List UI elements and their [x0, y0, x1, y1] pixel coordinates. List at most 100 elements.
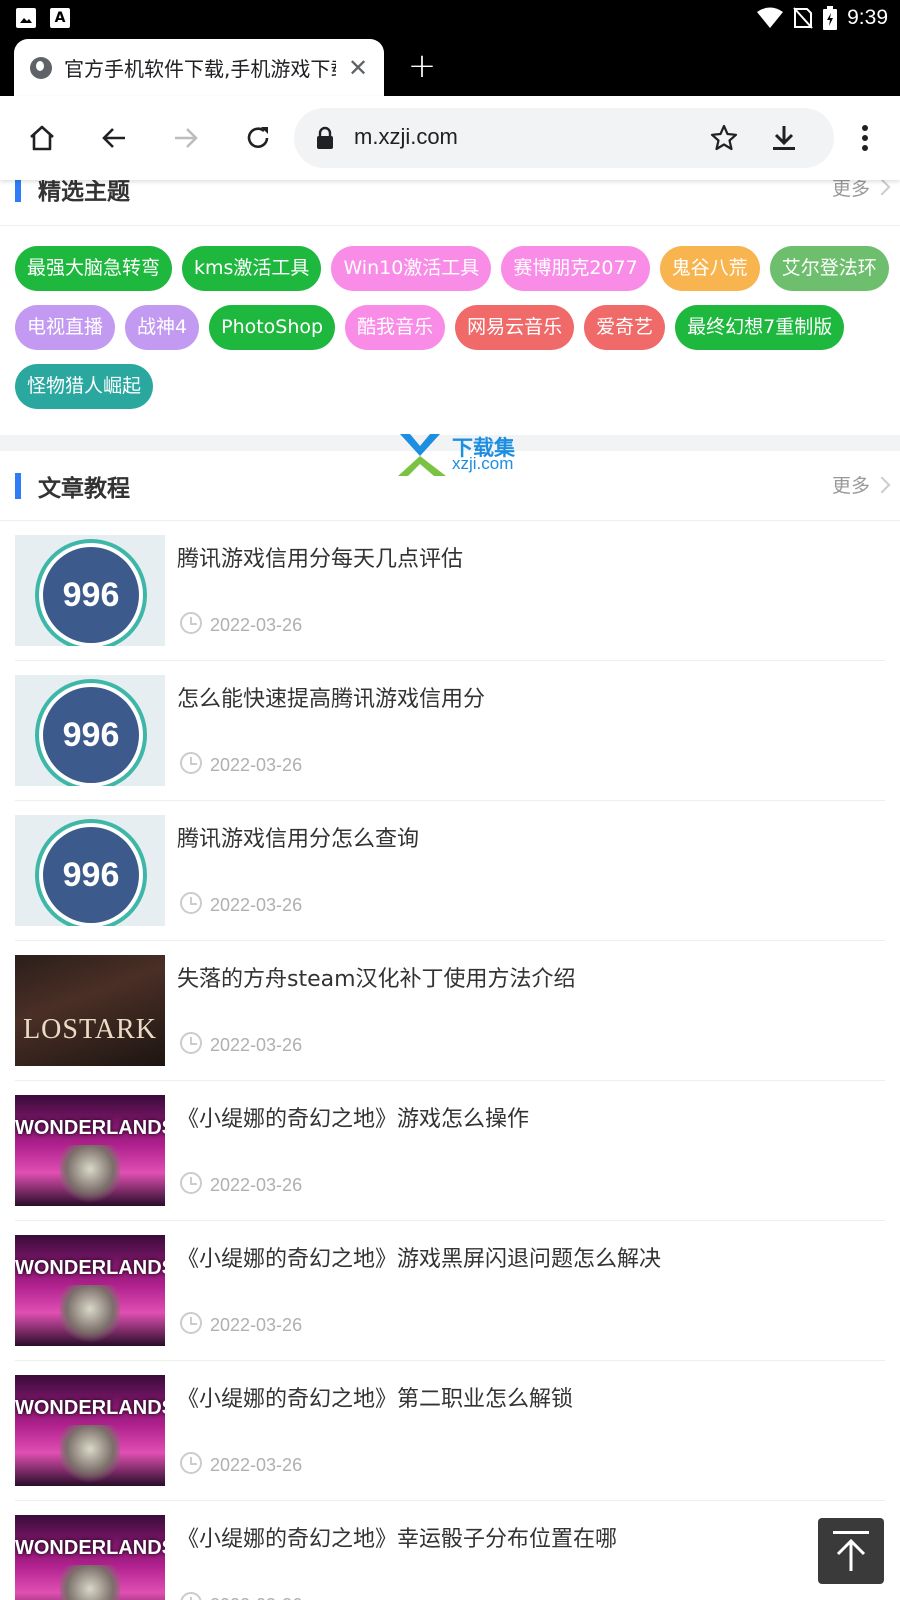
article-item[interactable]: WONDERLANDS 《小缇娜的奇幻之地》第二职业怎么解锁 2022-03-26: [15, 1361, 885, 1501]
menu-icon[interactable]: [843, 116, 887, 160]
article-date: 2022-03-26: [210, 895, 303, 915]
article-thumbnail[interactable]: 996: [15, 815, 165, 926]
home-icon[interactable]: [20, 116, 64, 160]
battery-icon: [823, 6, 838, 30]
thumb-art: [60, 1145, 120, 1205]
topic-tag[interactable]: 怪物猎人崛起: [15, 364, 154, 409]
image-icon: [16, 8, 36, 28]
thumb-logo-text: LOSTARK: [23, 1014, 157, 1045]
forward-icon[interactable]: [164, 116, 208, 160]
clock-icon: [180, 752, 202, 774]
score-text: 996: [43, 827, 139, 923]
article-thumbnail[interactable]: 996: [15, 675, 165, 786]
section-title: 精选主题: [38, 180, 130, 205]
topic-tag[interactable]: 赛博朋克2077: [501, 246, 650, 291]
topic-tag[interactable]: 最强大脑急转弯: [15, 246, 173, 291]
topic-tag[interactable]: 酷我音乐: [345, 305, 446, 350]
score-text: 996: [43, 687, 139, 783]
article-item[interactable]: WONDERLANDS 《小缇娜的奇幻之地》游戏黑屏闪退问题怎么解决 2022-03…: [15, 1221, 885, 1361]
chevron-right-icon[interactable]: [873, 476, 891, 494]
thumb-logo-text: WONDERLANDS: [15, 1257, 165, 1279]
article-thumbnail[interactable]: LOSTARK: [15, 955, 165, 1066]
clock-icon: [180, 612, 202, 634]
section-accent-bar: [15, 473, 21, 499]
article-thumbnail[interactable]: WONDERLANDS: [15, 1095, 165, 1206]
article-thumbnail[interactable]: 996: [15, 535, 165, 646]
article-date: 2022-03-26: [210, 1595, 302, 1600]
topic-tag[interactable]: 鬼谷八荒: [659, 246, 760, 291]
arrow-up-icon: [833, 1531, 869, 1571]
topic-tag[interactable]: PhotoShop: [209, 305, 336, 350]
font-icon: A: [50, 8, 70, 28]
article-date: 2022-03-26: [210, 1035, 303, 1055]
browser-tab[interactable]: 官方手机软件下载,手机游戏下载 ✕: [14, 39, 384, 96]
article-item[interactable]: 996 腾讯游戏信用分怎么查询 2022-03-26: [15, 801, 885, 941]
close-icon[interactable]: ✕: [344, 54, 372, 82]
chevron-right-icon[interactable]: [873, 180, 891, 196]
topic-tag[interactable]: Win10激活工具: [331, 246, 492, 291]
article-thumbnail[interactable]: WONDERLANDS: [15, 1235, 165, 1346]
article-item[interactable]: 996 腾讯游戏信用分每天几点评估 2022-03-26: [15, 521, 885, 661]
topic-tag[interactable]: kms激活工具: [182, 246, 322, 291]
thumb-logo-text: WONDERLANDS: [15, 1397, 165, 1419]
topic-tag[interactable]: 艾尔登法环: [769, 246, 889, 291]
section-accent-bar: [15, 180, 21, 202]
topic-tag[interactable]: 网易云音乐: [455, 305, 575, 350]
article-title[interactable]: 《小缇娜的奇幻之地》幸运骰子分布位置在哪: [177, 1521, 617, 1553]
thumb-logo-text: WONDERLANDS: [15, 1537, 165, 1559]
article-item[interactable]: WONDERLANDS 《小缇娜的奇幻之地》游戏怎么操作 2022-03-26: [15, 1081, 885, 1221]
article-date: 2022-03-26: [210, 1175, 303, 1195]
article-list: 996 腾讯游戏信用分每天几点评估 2022-03-26 996 怎么能快速提高腾讯游戏…: [0, 521, 900, 1600]
back-icon[interactable]: [92, 116, 136, 160]
article-thumbnail[interactable]: WONDERLANDS: [15, 1375, 165, 1486]
clock-time: 9:39: [847, 6, 888, 29]
article-item[interactable]: 996 怎么能快速提高腾讯游戏信用分 2022-03-26: [15, 661, 885, 801]
topic-tag[interactable]: 电视直播: [15, 305, 116, 350]
more-link[interactable]: 更多: [832, 471, 870, 498]
topic-tags: 最强大脑急转弯 kms激活工具 Win10激活工具 赛博朋克2077 鬼谷八荒 艾尔登法环…: [0, 226, 900, 435]
topic-tag[interactable]: 战神4: [125, 305, 200, 350]
article-title[interactable]: 《小缇娜的奇幻之地》第二职业怎么解锁: [177, 1381, 573, 1413]
score-text: 996: [43, 547, 139, 643]
article-title[interactable]: 怎么能快速提高腾讯游戏信用分: [177, 681, 485, 713]
tab-strip: 官方手机软件下载,手机游戏下载 ✕ +: [0, 36, 900, 96]
address-bar[interactable]: m.xzji.com: [294, 108, 834, 168]
article-title[interactable]: 腾讯游戏信用分怎么查询: [177, 821, 419, 853]
plus-icon[interactable]: +: [404, 48, 440, 84]
article-date: 2022-03-26: [210, 615, 303, 635]
thumb-art: [60, 1285, 120, 1345]
article-date: 2022-03-26: [210, 1455, 303, 1475]
back-to-top-button[interactable]: [818, 1518, 884, 1584]
thumb-art: [60, 1565, 120, 1600]
article-date: 2022-03-26: [210, 755, 303, 775]
article-date: 2022-03-26: [210, 1315, 303, 1335]
reload-icon[interactable]: [236, 116, 280, 160]
article-title[interactable]: 腾讯游戏信用分每天几点评估: [177, 541, 463, 573]
tab-title: 官方手机软件下载,手机游戏下载: [64, 57, 336, 81]
article-thumbnail[interactable]: WONDERLANDS: [15, 1515, 165, 1600]
article-title[interactable]: 失落的方舟steam汉化补丁使用方法介绍: [177, 961, 576, 993]
thumb-art: [60, 1425, 120, 1485]
url-text[interactable]: m.xzji.com: [354, 124, 458, 150]
page-content: 精选主题 更多 最强大脑急转弯 kms激活工具 Win10激活工具 赛博朋克2077 鬼…: [0, 180, 900, 1600]
browser-toolbar: m.xzji.com: [0, 96, 900, 180]
star-icon[interactable]: [704, 118, 744, 158]
clock-icon: [180, 1592, 202, 1600]
clock-icon: [180, 892, 202, 914]
clock-icon: [180, 1032, 202, 1054]
article-item[interactable]: WONDERLANDS 《小缇娜的奇幻之地》幸运骰子分布位置在哪 2022-03-2…: [15, 1501, 885, 1600]
clock-icon: [180, 1172, 202, 1194]
topic-tag[interactable]: 最终幻想7重制版: [675, 305, 845, 350]
articles-header: 文章教程 更多: [0, 451, 900, 521]
status-bar: A 9:39: [0, 0, 900, 36]
topic-tag[interactable]: 爱奇艺: [584, 305, 666, 350]
section-title: 文章教程: [38, 476, 130, 502]
article-title[interactable]: 《小缇娜的奇幻之地》游戏怎么操作: [177, 1101, 529, 1133]
no-sim-icon: [793, 7, 813, 29]
clock-icon: [180, 1312, 202, 1334]
download-icon[interactable]: [764, 118, 804, 158]
lock-icon[interactable]: [316, 126, 334, 154]
article-item[interactable]: LOSTARK 失落的方舟steam汉化补丁使用方法介绍 2022-03-26: [15, 941, 885, 1081]
article-title[interactable]: 《小缇娜的奇幻之地》游戏黑屏闪退问题怎么解决: [177, 1241, 661, 1273]
more-link[interactable]: 更多: [832, 180, 870, 201]
